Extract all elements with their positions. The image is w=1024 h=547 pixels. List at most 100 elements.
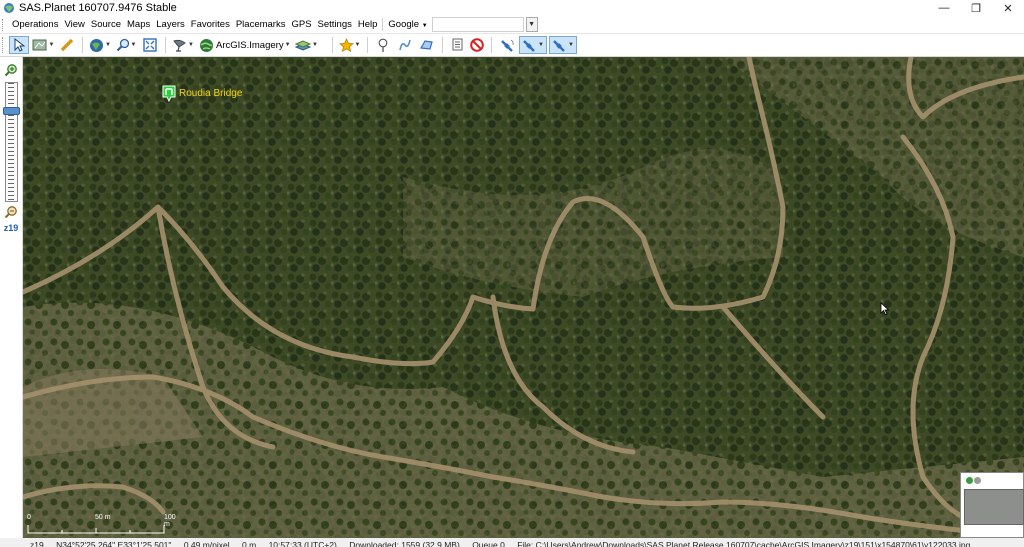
layers-dropdown[interactable]: ▼ — [295, 36, 319, 54]
hide-placemarks-button[interactable] — [468, 36, 486, 54]
minimap-layer-button[interactable] — [974, 477, 981, 484]
title-bar: SAS.Planet 160707.9476 Stable — ❐ ✕ — [0, 0, 1024, 16]
zoom-slider-track[interactable] — [5, 82, 18, 202]
arrow-cursor-icon — [14, 38, 25, 52]
globe-icon — [90, 38, 104, 52]
fullscreen-button[interactable] — [140, 36, 160, 54]
minimap-zoom-button[interactable] — [966, 477, 973, 484]
status-elevation: 0 m — [242, 540, 257, 547]
menu-grip[interactable] — [2, 18, 6, 31]
menu-layers[interactable]: Layers — [153, 19, 188, 30]
chevron-down-icon: ▼ — [284, 42, 291, 48]
gps-center-button[interactable]: ▼ — [548, 36, 577, 54]
toolbar-grip[interactable] — [2, 37, 6, 53]
menu-bar: Operations View Source Maps Layers Favor… — [0, 16, 1024, 34]
menu-operations[interactable]: Operations — [9, 19, 61, 30]
chevron-down-icon: ▼ — [312, 42, 318, 48]
chevron-down-icon: ▼ — [354, 42, 361, 48]
status-queue: Queue 0 — [472, 540, 505, 547]
map-select-icon — [32, 39, 47, 51]
menu-gps[interactable]: GPS — [288, 19, 314, 30]
chevron-down-icon: ▼ — [105, 42, 111, 48]
globe-icon — [200, 38, 213, 52]
chevron-down-icon: ▼ — [538, 42, 544, 48]
chevron-down-icon: ▼ — [130, 42, 137, 48]
chevron-down-icon: ▼ — [48, 42, 55, 48]
satellite-layer-button[interactable]: ▼ — [171, 36, 195, 54]
add-path-button[interactable] — [395, 36, 415, 54]
minimap-viewport[interactable] — [964, 489, 1024, 525]
satellite-imagery — [23, 57, 1024, 538]
search-provider-dropdown[interactable]: Google ▼ — [386, 19, 429, 30]
move-tool-button[interactable] — [9, 36, 29, 54]
ruler-tool-button[interactable] — [57, 36, 77, 54]
main-toolbar: ▼ ▼ ▼ ▼ ArcGIS.Imagery ▼ ▼ ▼ ▼ ▼ — [0, 34, 1024, 57]
map-type-button[interactable]: ▼ — [88, 36, 112, 54]
add-polygon-button[interactable] — [417, 36, 437, 54]
placemark[interactable]: Roudia Bridge — [162, 85, 242, 102]
status-bar: z19 N34°52'25.264" E33°1'25.501" 0.49 m/… — [0, 538, 1024, 547]
ruler-icon — [60, 38, 74, 52]
search-provider-label: Google — [388, 19, 420, 30]
menu-separator — [382, 18, 384, 31]
mouse-cursor-icon — [880, 302, 890, 316]
status-time: 10:57:33 (UTC+2) — [268, 540, 337, 547]
toolbar-separator — [441, 37, 443, 53]
polygon-icon — [420, 40, 433, 50]
map-source-dropdown[interactable]: ArcGIS.Imagery ▼ — [197, 36, 293, 54]
app-window: SAS.Planet 160707.9476 Stable — ❐ ✕ Oper… — [0, 0, 1024, 547]
maximize-button[interactable]: ❐ — [960, 0, 992, 16]
status-downloaded: Downloaded: 1559 (32.9 MB) — [349, 540, 460, 547]
gps-track-button[interactable]: ▼ — [518, 36, 547, 54]
menu-source[interactable]: Source — [88, 19, 124, 30]
chevron-down-icon: ▼ — [528, 21, 536, 28]
window-title: SAS.Planet 160707.9476 Stable — [19, 2, 177, 14]
magnifier-icon — [116, 38, 129, 52]
close-button[interactable]: ✕ — [992, 0, 1024, 16]
minimize-button[interactable]: — — [928, 0, 960, 16]
zoom-in-icon[interactable] — [4, 63, 18, 77]
menu-settings[interactable]: Settings — [315, 19, 355, 30]
chevron-down-icon: ▼ — [568, 42, 574, 48]
menu-view[interactable]: View — [61, 19, 87, 30]
scale-bar-line — [27, 525, 165, 534]
scale-bar: 0 50 m 100 m — [27, 513, 177, 537]
globe-app-icon — [4, 3, 14, 13]
favorites-button[interactable]: ▼ — [338, 36, 362, 54]
toolbar-separator — [331, 37, 333, 53]
add-placemark-button[interactable] — [373, 36, 393, 54]
pin-icon — [378, 38, 387, 52]
status-resolution: 0.49 m/pixel — [183, 540, 230, 547]
zoom-level-label: z19 — [3, 223, 19, 233]
placemark-manager-button[interactable] — [448, 36, 466, 54]
menu-help[interactable]: Help — [355, 19, 381, 30]
toolbar-separator — [82, 37, 83, 53]
gps-connect-button[interactable] — [497, 36, 517, 54]
placemark-pin-icon — [162, 85, 176, 102]
menu-placemarks[interactable]: Placemarks — [233, 19, 289, 30]
satellite-icon — [523, 39, 535, 52]
zoom-out-icon[interactable] — [4, 205, 18, 219]
map-view[interactable]: Roudia Bridge 0 50 m 100 m — [23, 57, 1024, 538]
search-input[interactable] — [431, 17, 524, 32]
layers-icon — [295, 40, 312, 51]
status-file-path: File: C:\Users\Andrew\Downloads\SAS.Plan… — [517, 540, 971, 547]
no-entry-icon — [469, 38, 484, 52]
menu-favorites[interactable]: Favorites — [188, 19, 233, 30]
toolbar-separator — [366, 37, 368, 53]
search-history-button[interactable]: ▼ — [525, 17, 538, 32]
zoom-tool-button[interactable]: ▼ — [114, 36, 138, 54]
menu-maps[interactable]: Maps — [124, 19, 153, 30]
placemark-label: Roudia Bridge — [179, 88, 243, 99]
zoom-slider-thumb[interactable] — [3, 106, 20, 115]
fullscreen-icon — [143, 38, 157, 52]
selection-tool-button[interactable]: ▼ — [31, 36, 55, 54]
satellite-dish-icon — [173, 39, 186, 52]
chevron-down-icon: ▼ — [421, 23, 428, 29]
toolbar-separator — [490, 37, 492, 53]
toolbar-separator — [165, 37, 166, 53]
mini-map[interactable] — [960, 472, 1024, 538]
list-icon — [452, 38, 463, 51]
zoom-bar: z19 — [0, 57, 23, 538]
map-source-label: ArcGIS.Imagery — [216, 39, 284, 51]
